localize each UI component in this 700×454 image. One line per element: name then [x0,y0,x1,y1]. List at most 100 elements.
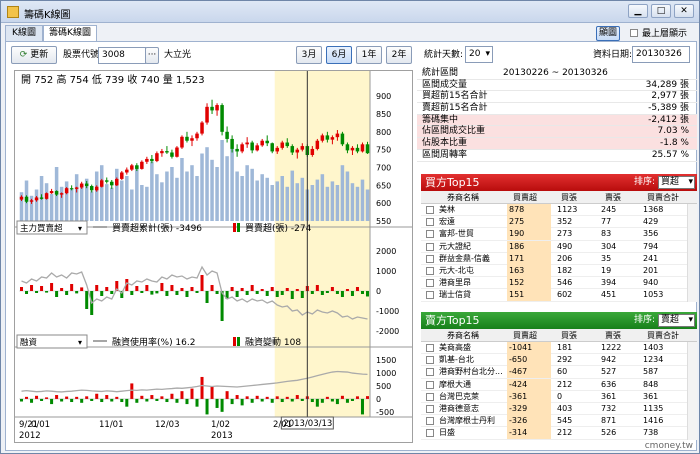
column-header[interactable]: 賣張 [605,329,645,342]
table-row[interactable]: 美商高盛 -1041 181 1222 1403 [421,342,697,355]
volume-bar [310,185,315,221]
flow-bar [355,396,359,399]
minimize-button[interactable]: ▁ [628,4,648,18]
candle-body [104,180,109,182]
table-row[interactable]: 瑞士信貸 151 602 451 1053 [421,289,697,302]
top-most-checkbox[interactable] [630,29,638,37]
ohlc-readout: 開 752 高 754 低 739 收 740 量 1,523 [21,73,205,86]
legend-up-swatch [233,337,236,346]
buy-sort-select[interactable]: 買超 ▾ [658,176,695,189]
range-2y-button[interactable]: 2年 [386,46,412,64]
tab-k-chart[interactable]: K線圖 [5,25,43,41]
data-date-input[interactable]: 20130326 [632,46,690,63]
row-checkbox[interactable] [426,266,434,275]
table-row[interactable]: 摩根大通 -424 212 636 848 [421,378,697,391]
candle-body [210,106,214,111]
maximize-button[interactable]: □ [651,4,671,18]
table-scrollbar[interactable] [687,204,697,302]
row-checkbox[interactable] [426,218,434,227]
tab-chip-k-chart[interactable]: 籌碼K線圖 [43,25,97,42]
stats-key: 籌碼集中 [422,114,459,125]
stat-days-select[interactable]: 20 ▾ [465,46,493,63]
volume-bar [79,185,84,221]
table-cell: 77 [601,217,612,227]
candle-body [34,197,39,201]
range-3m-button[interactable]: 3月 [296,46,322,64]
row-checkbox[interactable] [426,429,434,438]
stock-picker-button[interactable]: ··· [145,47,159,64]
flow-bar [335,398,339,405]
column-header[interactable]: 賣張 [605,191,645,204]
row-checkbox[interactable] [426,254,434,263]
range-6m-button[interactable]: 6月 [326,46,352,64]
flow-bar [90,398,94,401]
volume-bar [145,186,149,221]
refresh-button[interactable]: ⟳ 更新 [11,46,57,64]
row-checkbox[interactable] [426,404,434,413]
column-header[interactable]: 券商名稱 [447,191,517,204]
range-1y-button[interactable]: 1年 [356,46,382,64]
flow-bar [105,287,109,291]
table-cell: 429 [643,217,659,227]
row-checkbox[interactable] [426,417,434,426]
candle-body [74,187,79,189]
table-row[interactable]: 港商野村台北分... -467 60 527 587 [421,366,697,379]
row-checkbox[interactable] [426,230,434,239]
flow-bar [85,291,89,309]
table-row[interactable]: 台灣摩根士丹利 -326 545 871 1416 [421,415,697,428]
row-checkbox[interactable] [426,242,434,251]
row-checkbox[interactable] [426,356,434,365]
flow-bar [80,287,84,291]
candle-body [315,140,320,149]
table-row[interactable]: 富邦-世貿 190 273 83 356 [421,228,697,241]
volume-bar [110,187,114,221]
column-header[interactable]: 買張 [561,329,603,342]
table-row[interactable]: 群益金鼎-信義 171 206 35 241 [421,252,697,265]
flow-bar [95,393,99,399]
table-row[interactable]: 港商德意志 -329 403 732 1135 [421,402,697,416]
table-row[interactable]: 元大證紀 186 490 304 794 [421,240,697,253]
table-row[interactable]: 凱基-台北 -650 292 942 1234 [421,354,697,367]
table-cell: 361 [643,391,659,401]
volume-bar [235,171,239,221]
column-header[interactable]: 券商名稱 [447,329,517,342]
sell-sort-select[interactable]: 賣超 ▾ [658,314,695,327]
big-print-button[interactable]: 顯圖 [596,26,620,41]
table-cell: 35 [601,253,612,263]
table-cell: 352 [557,217,573,227]
table-row[interactable]: 台灣巴克萊 -361 0 361 361 [421,390,697,403]
row-checkbox[interactable] [426,380,434,389]
row-checkbox[interactable] [426,291,434,300]
table-row[interactable]: 日盛 -314 212 526 738 [421,427,697,440]
flow-bar [310,398,314,403]
table-cell: 878 [507,204,551,216]
row-checkbox[interactable] [426,279,434,288]
row-checkbox[interactable] [426,368,434,377]
flow-bar [160,396,164,399]
volume-bar [99,165,104,221]
flow-bar [140,395,144,399]
column-header[interactable]: 買賣合計 [647,191,689,204]
candle-body [29,200,34,202]
table-row[interactable]: 美林 878 1123 245 1368 [421,204,697,217]
chip-k-chart[interactable]: 550 600 650 700 750 800 850 900 開 752 高 754 低 73… [15,71,412,442]
chevron-down-icon: ▾ [78,338,82,347]
column-header[interactable]: 買賣合計 [647,329,689,342]
close-button[interactable]: ✕ [674,4,694,18]
candle-body [260,140,264,146]
column-header[interactable]: 買張 [561,191,603,204]
row-checkbox[interactable] [426,206,434,214]
stock-code-input[interactable]: 3008 [98,47,146,64]
column-header[interactable]: 買賣超 [513,191,557,204]
table-row[interactable]: 港商里昂 152 546 394 940 [421,277,697,290]
candle-body [79,183,84,188]
row-checkbox[interactable] [426,344,434,352]
column-header[interactable]: 買賣超 [513,329,557,342]
table-scrollbar[interactable] [687,342,697,440]
stats-key: 賣超前15名合計 [422,103,488,114]
table-row[interactable]: 宏遠 275 352 77 429 [421,216,697,229]
candle-body [170,152,174,157]
table-row[interactable]: 元大-北屯 163 182 19 201 [421,264,697,278]
row-checkbox[interactable] [426,392,434,401]
flow-bar [220,398,224,412]
